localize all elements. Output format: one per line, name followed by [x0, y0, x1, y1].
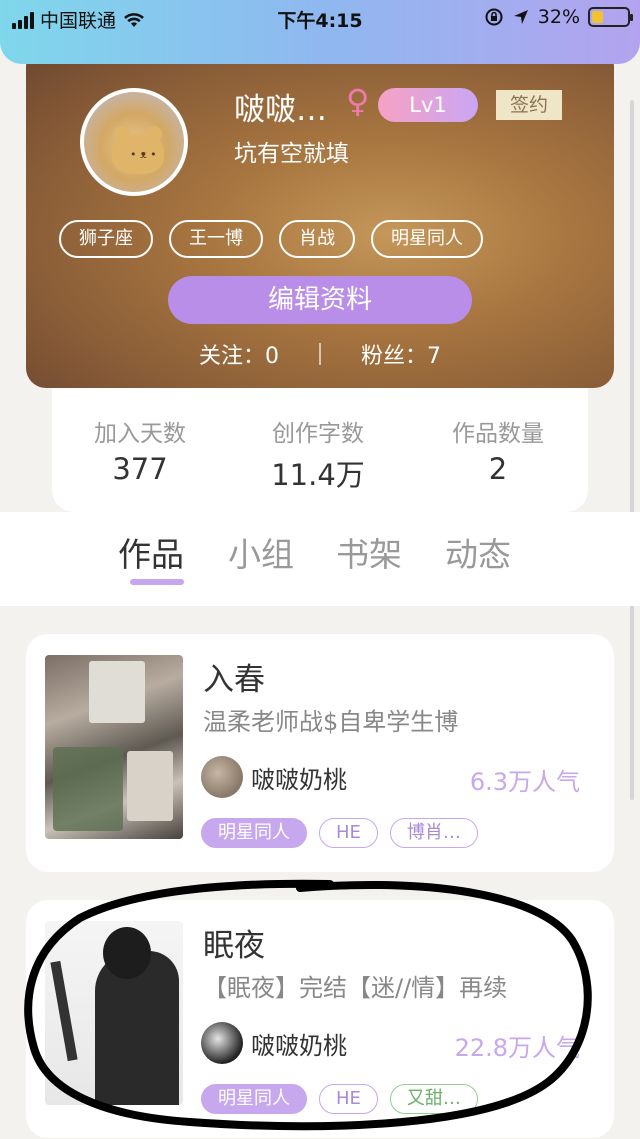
tab-bookshelf[interactable]: 书架 [336, 528, 402, 576]
status-right: 32% [484, 6, 633, 28]
scrollbar[interactable] [630, 100, 634, 800]
divider [319, 343, 321, 365]
female-icon: ♀ [346, 82, 370, 120]
work-title: 眠夜 [203, 928, 265, 964]
tab-groups[interactable]: 小组 [228, 528, 294, 576]
profile-card: • ᴥ • 啵啵… ♀ Lv1 签约 坑有空就填 狮子座 王一博 肖战 明星同人… [26, 46, 614, 388]
profile-tags: 狮子座 王一博 肖战 明星同人 [59, 220, 483, 258]
work-tag[interactable]: HE [319, 1084, 378, 1114]
following-count[interactable]: 关注：0 [199, 338, 279, 370]
work-description: 【眠夜】完结【迷//情】再续 [203, 974, 508, 1002]
work-author[interactable]: 啵啵奶桃 [201, 1022, 347, 1064]
battery-icon [588, 7, 633, 27]
avatar[interactable]: • ᴥ • [80, 88, 188, 196]
work-tags: 明星同人 HE 博肖… [201, 818, 478, 848]
status-bar: 中国联通 下午4:15 32% [0, 0, 640, 64]
author-avatar [201, 756, 243, 798]
level-badge: Lv1 [378, 88, 478, 122]
work-popularity: 22.8万人气 [454, 1034, 580, 1062]
profile-tag[interactable]: 王一博 [169, 220, 263, 258]
stat-label: 作品数量 [452, 421, 544, 447]
location-icon [513, 10, 528, 24]
battery-percent: 32% [537, 6, 580, 28]
work-title: 入春 [203, 662, 265, 698]
active-tab-indicator [130, 579, 184, 585]
profile-tag[interactable]: 明星同人 [371, 220, 483, 258]
work-tag[interactable]: 又甜… [389, 1084, 478, 1114]
work-popularity: 6.3万人气 [469, 768, 580, 796]
user-bio: 坑有空就填 [234, 141, 349, 167]
profile-tag[interactable]: 肖战 [279, 220, 355, 258]
stat-works: 作品数量 2 [408, 414, 588, 486]
tab-works[interactable]: 作品 [118, 528, 184, 576]
followers-count[interactable]: 粉丝：7 [361, 338, 441, 370]
username: 啵啵… [234, 92, 327, 128]
sign-badge[interactable]: 签约 [496, 90, 562, 120]
author-name: 啵啵奶桃 [251, 765, 347, 794]
stat-value: 377 [112, 452, 168, 486]
stat-label: 创作字数 [272, 421, 364, 447]
author-name: 啵啵奶桃 [251, 1031, 347, 1060]
work-tag[interactable]: 博肖… [389, 818, 478, 848]
edit-profile-button[interactable]: 编辑资料 [168, 276, 472, 324]
tab-activity[interactable]: 动态 [445, 528, 511, 576]
work-tag[interactable]: HE [319, 818, 378, 848]
stat-label: 加入天数 [94, 421, 186, 447]
stat-value: 11.4万 [271, 458, 365, 492]
work-tag[interactable]: 明星同人 [201, 1084, 307, 1114]
author-avatar [201, 1022, 243, 1064]
profile-tag[interactable]: 狮子座 [59, 220, 153, 258]
work-tags: 明星同人 HE 又甜… [201, 1084, 478, 1114]
work-tag[interactable]: 明星同人 [201, 818, 307, 848]
work-author[interactable]: 啵啵奶桃 [201, 756, 347, 798]
stat-words: 创作字数 11.4万 [228, 414, 408, 494]
rotation-lock-icon [485, 8, 503, 26]
content-tabs: 作品 小组 书架 动态 [0, 512, 640, 606]
work-card[interactable]: 入春 温柔老师战$自卑学生博 啵啵奶桃 6.3万人气 明星同人 HE 博肖… [26, 634, 614, 872]
work-card[interactable]: 眠夜 【眠夜】完结【迷//情】再续 啵啵奶桃 22.8万人气 明星同人 HE 又… [26, 900, 614, 1138]
work-cover-image[interactable] [45, 655, 183, 839]
stats-panel: 加入天数 377 创作字数 11.4万 作品数量 2 [52, 388, 588, 512]
follow-stats: 关注：0 粉丝：7 [26, 338, 614, 370]
stat-value: 2 [488, 452, 508, 486]
work-cover-image[interactable] [45, 921, 183, 1105]
stat-days: 加入天数 377 [50, 414, 230, 486]
work-description: 温柔老师战$自卑学生博 [203, 708, 459, 736]
